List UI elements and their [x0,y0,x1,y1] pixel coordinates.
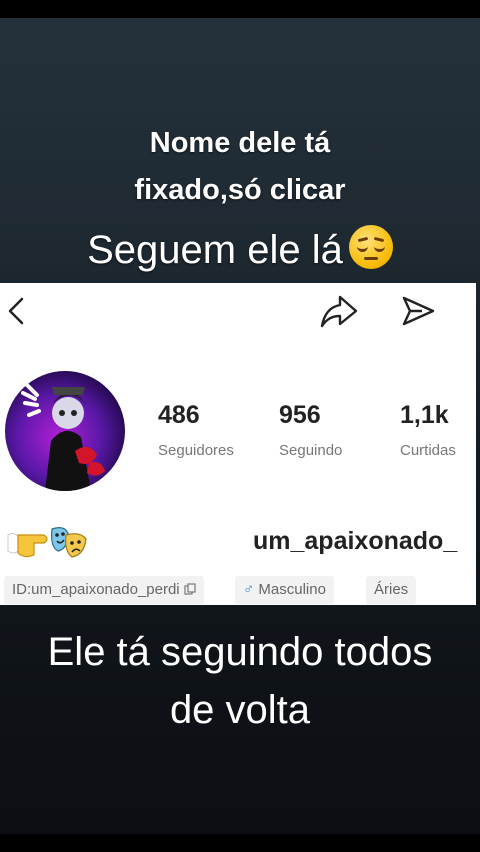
caption-line-2: fixado,só clicar [134,174,346,206]
following-count: 956 [279,401,321,429]
stat-followers[interactable]: 486 Seguidores [158,401,278,459]
likes-label: Curtidas [400,442,456,459]
gender-tag: ♂ Masculino [235,576,334,604]
gender-text: Masculino [258,581,326,598]
avatar[interactable] [5,371,125,491]
followers-count: 486 [158,401,200,429]
avatar-image [21,383,105,491]
profile-card: 486 Seguidores 956 Seguindo 1,1k Curtida… [0,283,476,605]
stat-likes[interactable]: 1,1k Curtidas [400,401,480,459]
video-frame: Nome dele tá fixado,só clicar Seguem ele… [0,18,480,834]
stat-following[interactable]: 956 Seguindo [279,401,399,459]
caption-line-3-text: Seguem ele lá [87,228,343,272]
user-id-text: ID:um_apaixonado_perdi [12,581,180,598]
performing-arts-emoji [51,527,87,558]
bio-emojis [7,527,87,558]
caption-line-3: Seguem ele lá [0,225,480,274]
back-arrow-icon[interactable] [4,293,28,327]
bottom-caption-line-1: Ele tá seguindo todos [47,630,433,674]
followers-label: Seguidores [158,442,234,459]
send-icon[interactable] [400,293,436,329]
username: um_apaixonado_ [253,527,458,555]
copy-icon[interactable] [184,583,196,595]
user-id-tag[interactable]: ID:um_apaixonado_perdi [4,576,204,604]
male-symbol-icon: ♂ [243,581,255,598]
pensive-face-emoji [348,225,393,269]
pointing-hand-emoji [7,532,48,558]
following-label: Seguindo [279,442,343,459]
bottom-caption-line-2: de volta [169,688,311,732]
zodiac-tag: Áries [366,576,417,604]
share-icon[interactable] [318,293,360,329]
caption-line-1: Nome dele tá [149,127,331,159]
likes-count: 1,1k [400,401,449,429]
